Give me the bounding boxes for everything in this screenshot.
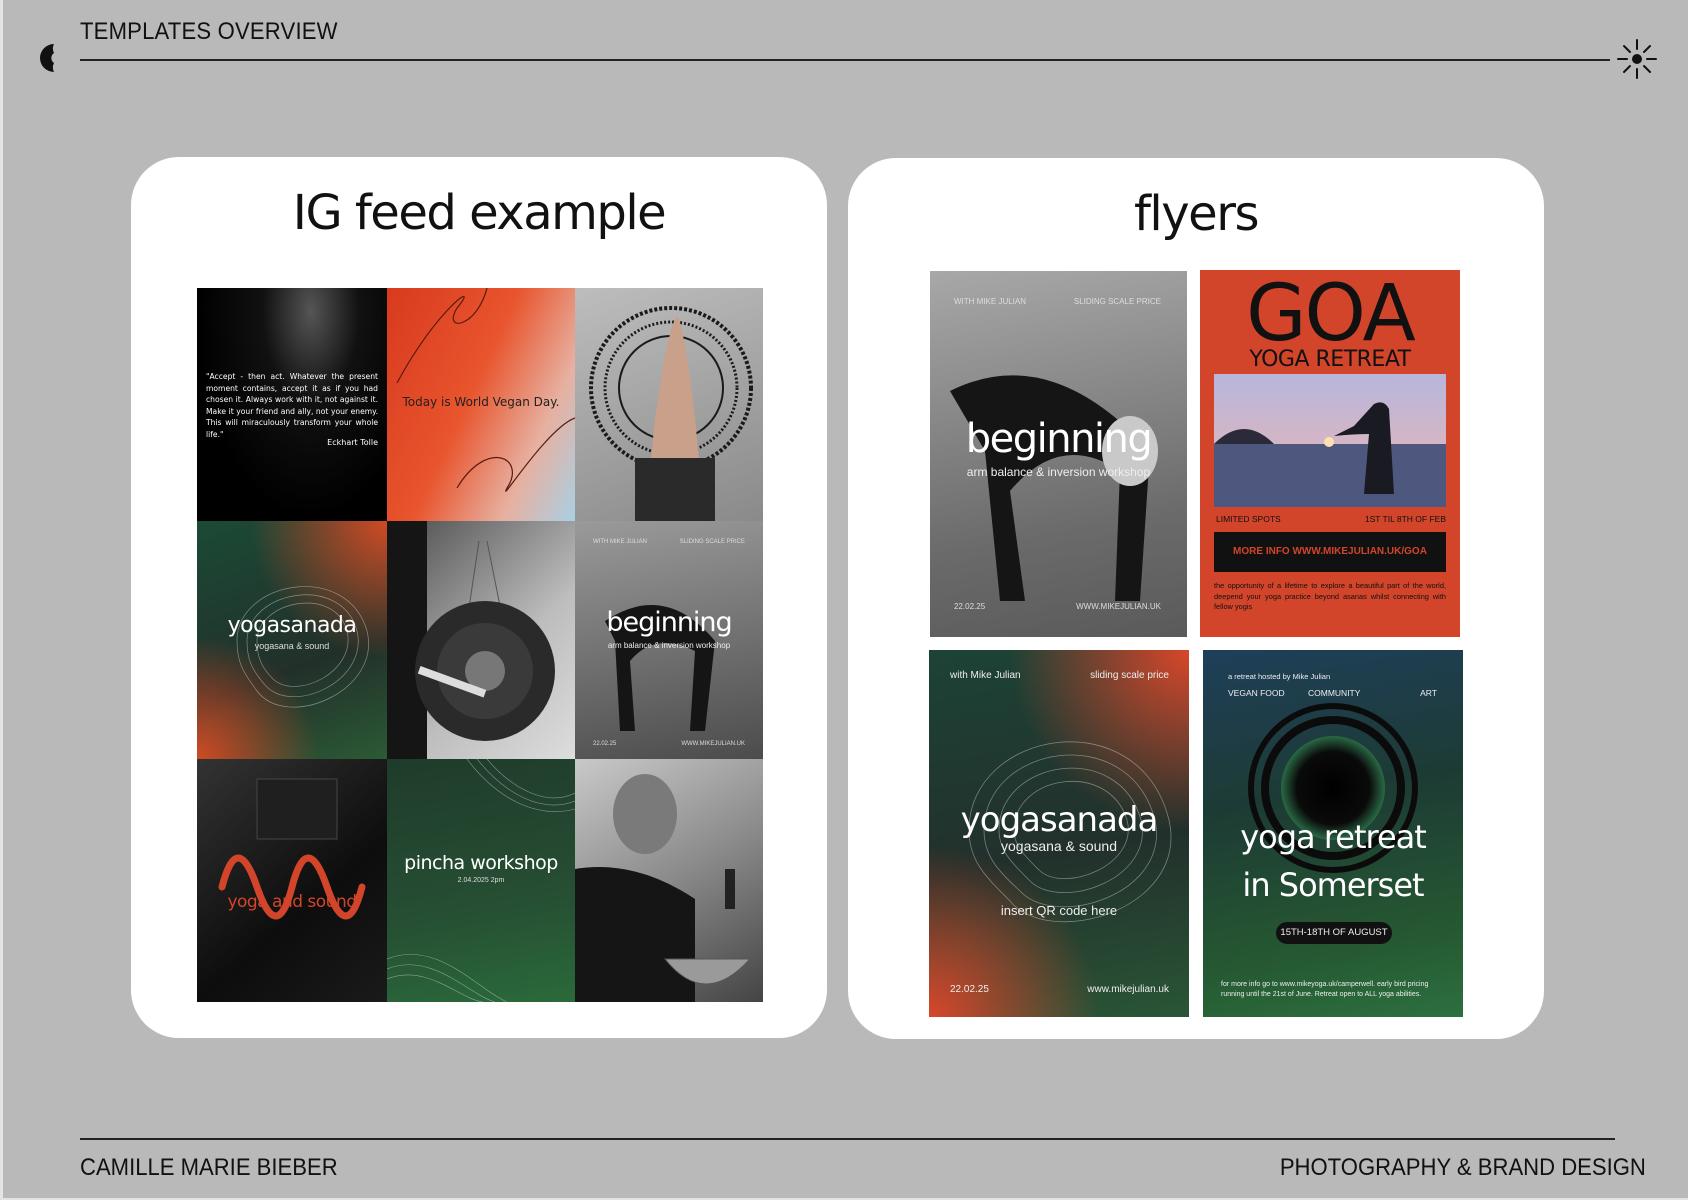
- crescent-moon-icon: [40, 44, 54, 72]
- beginning-date: 22.02.25: [593, 741, 617, 747]
- singing-bowl-photo: [575, 774, 752, 1002]
- goa-title: GOA: [1246, 270, 1416, 359]
- flyer3-title: yogasanada: [960, 800, 1159, 840]
- ig-post-arms-photo[interactable]: [575, 288, 763, 521]
- left-edge: [0, 0, 3, 1200]
- yoga-and-sound-text: yoga and sound: [227, 892, 357, 912]
- flyer1-subtitle: arm balance & inversion workshop: [966, 465, 1151, 479]
- goa-subtitle: YOGA RETREAT: [1249, 347, 1411, 372]
- forward-bend-photo: [605, 605, 715, 731]
- ig-post-singing-bowl-photo[interactable]: [575, 759, 763, 1002]
- ig-post-vegan-day[interactable]: Today is World Vegan Day.: [387, 288, 575, 521]
- pincha-date: 2.04.2025 2pm: [457, 877, 505, 884]
- sound-wave-logo: [218, 778, 366, 920]
- tattoo-arms-photo: [589, 306, 753, 521]
- footer-divider: [80, 1138, 1615, 1140]
- ig-post-beginning[interactable]: WITH MIKE JULIAN SLIDING SCALE PRICE beg…: [575, 521, 763, 759]
- flyer4-dates-badge: 15TH-18TH OF AUGUST: [1276, 922, 1392, 944]
- goa-limited: LIMITED SPOTS: [1216, 514, 1281, 524]
- flyer3-subtitle: yogasana & sound: [1001, 838, 1117, 854]
- goa-body: the opportunity of a lifetime to explore…: [1214, 581, 1446, 611]
- ig-post-pincha-workshop[interactable]: pincha workshop 2.04.2025 2pm: [387, 759, 575, 1002]
- footer-author: CAMILLE MARIE BIEBER: [80, 1154, 338, 1181]
- quote-text: "Accept - then act. Whatever the present…: [206, 372, 378, 439]
- goa-cta-bar[interactable]: MORE INFO WWW.MIKEJULIAN.UK/GOA: [1214, 532, 1446, 572]
- flyer4-body: for more info go to www.mikeyoga.uk/camp…: [1221, 981, 1429, 998]
- flyer-beginning[interactable]: WITH MIKE JULIAN SLIDING SCALE PRICE beg…: [930, 271, 1187, 637]
- flyer4-title-line2: in Somerset: [1242, 866, 1424, 904]
- ig-feed-grid: "Accept - then act. Whatever the present…: [197, 288, 763, 1002]
- ig-post-gong-photo[interactable]: [387, 521, 575, 759]
- ig-post-yoga-and-sound[interactable]: yoga and sound: [197, 759, 387, 1002]
- header-divider: [80, 59, 1610, 61]
- flyer1-title: beginning: [965, 416, 1153, 462]
- flyer3-date: 22.02.25: [950, 984, 989, 995]
- yogasanada-subtitle: yogasana & sound: [254, 641, 330, 651]
- gong-photo: [387, 521, 555, 759]
- sun-icon: [1617, 39, 1657, 79]
- flyer3-host: with Mike Julian: [950, 670, 1021, 681]
- ig-post-quote[interactable]: "Accept - then act. Whatever the present…: [197, 288, 387, 521]
- goa-dates: 1ST TIL 8TH OF FEB: [1364, 514, 1446, 524]
- flyer4-hosted: a retreat hosted by Mike Julian: [1228, 672, 1331, 681]
- flyer4-title-line1: yoga retreat: [1240, 818, 1427, 856]
- pincha-title: pincha workshop: [404, 852, 558, 874]
- concentric-rings-graphic: [1248, 703, 1418, 873]
- page-title: TEMPLATES OVERVIEW: [80, 18, 338, 45]
- yogasanada-title: yogasanada: [227, 613, 357, 638]
- quote-author: Eckhart Tolle: [327, 438, 378, 447]
- beginning-url: WWW.MIKEJULIAN.UK: [681, 741, 745, 747]
- beginning-title: beginning: [606, 607, 732, 638]
- flyer1-url: WWW.MIKEJULIAN.UK: [1076, 602, 1161, 611]
- flyers-title: flyers: [1134, 186, 1259, 242]
- flyers-card: flyers WITH MIKE JULIAN SLIDING SCALE PR…: [848, 158, 1544, 1039]
- vegan-day-text: Today is World Vegan Day.: [402, 395, 560, 409]
- footer-discipline: PHOTOGRAPHY & BRAND DESIGN: [1279, 1154, 1646, 1181]
- contour-lines: [236, 586, 369, 708]
- flyer1-date: 22.02.25: [954, 602, 986, 611]
- beach-sunset-photo: [1214, 374, 1446, 507]
- flyer-yogasanada[interactable]: with Mike Julian sliding scale price yog…: [929, 650, 1189, 1017]
- flyer-goa-retreat[interactable]: GOA YOGA RETREAT LIMITED SPOTS 1ST TIL 8…: [1200, 270, 1460, 637]
- flyer3-price: sliding scale price: [1090, 670, 1169, 681]
- flyer-somerset-retreat[interactable]: a retreat hosted by Mike Julian VEGAN FO…: [1203, 650, 1463, 1017]
- beginning-subtitle: arm balance & inversion workshop: [607, 641, 731, 650]
- ig-post-yogasanada[interactable]: yogasanada yogasana & sound: [197, 521, 387, 759]
- flyer3-qr-placeholder: insert QR code here: [1000, 903, 1118, 918]
- ig-feed-card: IG feed example "Accept - then act. What…: [131, 157, 827, 1038]
- ig-feed-title: IG feed example: [292, 185, 667, 241]
- flyer3-url: www.mikejulian.uk: [1087, 984, 1169, 995]
